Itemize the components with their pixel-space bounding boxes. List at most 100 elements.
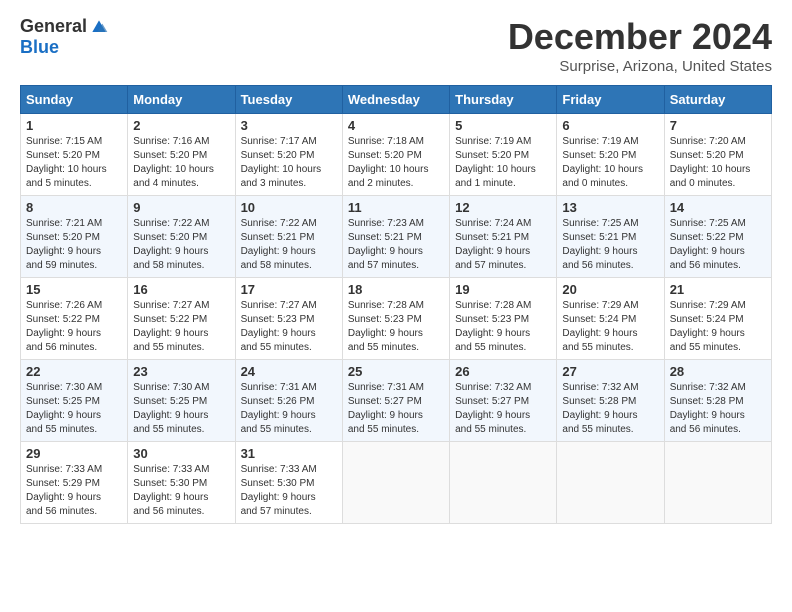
page-header: General Blue December 2024 Surprise, Ari…: [20, 16, 772, 75]
day-info: Sunrise: 7:33 AM Sunset: 5:30 PM Dayligh…: [241, 463, 337, 519]
calendar-table: SundayMondayTuesdayWednesdayThursdayFrid…: [20, 85, 772, 524]
day-info: Sunrise: 7:28 AM Sunset: 5:23 PM Dayligh…: [455, 299, 551, 355]
day-number: 29: [26, 446, 122, 461]
day-info: Sunrise: 7:27 AM Sunset: 5:22 PM Dayligh…: [133, 299, 229, 355]
day-number: 4: [348, 118, 444, 133]
calendar-cell: 22 Sunrise: 7:30 AM Sunset: 5:25 PM Dayli…: [21, 360, 128, 442]
day-number: 1: [26, 118, 122, 133]
day-number: 11: [348, 200, 444, 215]
calendar-cell: 18 Sunrise: 7:28 AM Sunset: 5:23 PM Dayli…: [342, 278, 449, 360]
calendar-cell: 5Sunrise: 7:19 AM Sunset: 5:20 PM Daylig…: [450, 114, 557, 196]
day-number: 7: [670, 118, 766, 133]
day-number: 15: [26, 282, 122, 297]
day-number: 26: [455, 364, 551, 379]
title-area: December 2024 Surprise, Arizona, United …: [508, 16, 772, 75]
weekday-header-wednesday: Wednesday: [342, 86, 449, 114]
calendar-week-row: 8 Sunrise: 7:21 AM Sunset: 5:20 PM Daylig…: [21, 196, 772, 278]
day-number: 31: [241, 446, 337, 461]
day-info: Sunrise: 7:32 AM Sunset: 5:28 PM Dayligh…: [670, 381, 766, 437]
day-number: 5: [455, 118, 551, 133]
day-info: Sunrise: 7:26 AM Sunset: 5:22 PM Dayligh…: [26, 299, 122, 355]
day-info: Sunrise: 7:31 AM Sunset: 5:26 PM Dayligh…: [241, 381, 337, 437]
day-info: Sunrise: 7:25 AM Sunset: 5:22 PM Dayligh…: [670, 217, 766, 273]
day-info: Sunrise: 7:25 AM Sunset: 5:21 PM Dayligh…: [562, 217, 658, 273]
calendar-cell: 1 Sunrise: 7:15 AM Sunset: 5:20 PM Daylig…: [21, 114, 128, 196]
day-number: 22: [26, 364, 122, 379]
logo: General Blue: [20, 16, 109, 58]
calendar-cell: 4 Sunrise: 7:18 AM Sunset: 5:20 PM Daylig…: [342, 114, 449, 196]
weekday-header-thursday: Thursday: [450, 86, 557, 114]
calendar-week-row: 1 Sunrise: 7:15 AM Sunset: 5:20 PM Daylig…: [21, 114, 772, 196]
day-info: Sunrise: 7:32 AM Sunset: 5:28 PM Dayligh…: [562, 381, 658, 437]
day-info: Sunrise: 7:17 AM Sunset: 5:20 PM Dayligh…: [241, 135, 337, 191]
weekday-header-tuesday: Tuesday: [235, 86, 342, 114]
day-number: 24: [241, 364, 337, 379]
day-info: Sunrise: 7:18 AM Sunset: 5:20 PM Dayligh…: [348, 135, 444, 191]
day-number: 10: [241, 200, 337, 215]
day-number: 2: [133, 118, 229, 133]
day-info: Sunrise: 7:15 AM Sunset: 5:20 PM Dayligh…: [26, 135, 122, 191]
weekday-header-row: SundayMondayTuesdayWednesdayThursdayFrid…: [21, 86, 772, 114]
day-info: Sunrise: 7:22 AM Sunset: 5:21 PM Dayligh…: [241, 217, 337, 273]
calendar-cell: 6Sunrise: 7:19 AM Sunset: 5:20 PM Daylig…: [557, 114, 664, 196]
calendar-week-row: 15 Sunrise: 7:26 AM Sunset: 5:22 PM Dayli…: [21, 278, 772, 360]
calendar-cell: 25Sunrise: 7:31 AM Sunset: 5:27 PM Dayli…: [342, 360, 449, 442]
calendar-cell: 23 Sunrise: 7:30 AM Sunset: 5:25 PM Dayli…: [128, 360, 235, 442]
day-number: 19: [455, 282, 551, 297]
calendar-cell: 19 Sunrise: 7:28 AM Sunset: 5:23 PM Dayli…: [450, 278, 557, 360]
logo-icon: [89, 17, 109, 37]
day-number: 18: [348, 282, 444, 297]
day-info: Sunrise: 7:33 AM Sunset: 5:30 PM Dayligh…: [133, 463, 229, 519]
calendar-week-row: 22 Sunrise: 7:30 AM Sunset: 5:25 PM Dayli…: [21, 360, 772, 442]
calendar-cell: 30 Sunrise: 7:33 AM Sunset: 5:30 PM Dayli…: [128, 442, 235, 524]
day-info: Sunrise: 7:30 AM Sunset: 5:25 PM Dayligh…: [133, 381, 229, 437]
day-info: Sunrise: 7:30 AM Sunset: 5:25 PM Dayligh…: [26, 381, 122, 437]
calendar-cell: 17Sunrise: 7:27 AM Sunset: 5:23 PM Dayli…: [235, 278, 342, 360]
calendar-cell: [664, 442, 771, 524]
calendar-cell: 7Sunrise: 7:20 AM Sunset: 5:20 PM Daylig…: [664, 114, 771, 196]
weekday-header-sunday: Sunday: [21, 86, 128, 114]
day-number: 28: [670, 364, 766, 379]
day-number: 30: [133, 446, 229, 461]
day-info: Sunrise: 7:16 AM Sunset: 5:20 PM Dayligh…: [133, 135, 229, 191]
calendar-cell: 31 Sunrise: 7:33 AM Sunset: 5:30 PM Dayli…: [235, 442, 342, 524]
calendar-cell: 24 Sunrise: 7:31 AM Sunset: 5:26 PM Dayli…: [235, 360, 342, 442]
day-number: 8: [26, 200, 122, 215]
day-number: 9: [133, 200, 229, 215]
calendar-cell: 13 Sunrise: 7:25 AM Sunset: 5:21 PM Dayli…: [557, 196, 664, 278]
day-info: Sunrise: 7:24 AM Sunset: 5:21 PM Dayligh…: [455, 217, 551, 273]
calendar-cell: [557, 442, 664, 524]
calendar-cell: 8 Sunrise: 7:21 AM Sunset: 5:20 PM Daylig…: [21, 196, 128, 278]
month-title: December 2024: [508, 16, 772, 58]
day-number: 3: [241, 118, 337, 133]
day-info: Sunrise: 7:28 AM Sunset: 5:23 PM Dayligh…: [348, 299, 444, 355]
day-number: 6: [562, 118, 658, 133]
day-number: 23: [133, 364, 229, 379]
day-number: 27: [562, 364, 658, 379]
day-number: 12: [455, 200, 551, 215]
calendar-cell: 15 Sunrise: 7:26 AM Sunset: 5:22 PM Dayli…: [21, 278, 128, 360]
day-number: 13: [562, 200, 658, 215]
calendar-cell: 3 Sunrise: 7:17 AM Sunset: 5:20 PM Daylig…: [235, 114, 342, 196]
calendar-cell: 21 Sunrise: 7:29 AM Sunset: 5:24 PM Dayli…: [664, 278, 771, 360]
day-info: Sunrise: 7:32 AM Sunset: 5:27 PM Dayligh…: [455, 381, 551, 437]
day-info: Sunrise: 7:29 AM Sunset: 5:24 PM Dayligh…: [562, 299, 658, 355]
calendar-cell: 14Sunrise: 7:25 AM Sunset: 5:22 PM Dayli…: [664, 196, 771, 278]
day-number: 16: [133, 282, 229, 297]
calendar-cell: 2 Sunrise: 7:16 AM Sunset: 5:20 PM Daylig…: [128, 114, 235, 196]
calendar-cell: 28 Sunrise: 7:32 AM Sunset: 5:28 PM Dayli…: [664, 360, 771, 442]
calendar-cell: [450, 442, 557, 524]
calendar-cell: 11 Sunrise: 7:23 AM Sunset: 5:21 PM Dayli…: [342, 196, 449, 278]
day-info: Sunrise: 7:21 AM Sunset: 5:20 PM Dayligh…: [26, 217, 122, 273]
day-number: 25: [348, 364, 444, 379]
logo-blue-text: Blue: [20, 37, 59, 58]
day-info: Sunrise: 7:29 AM Sunset: 5:24 PM Dayligh…: [670, 299, 766, 355]
day-info: Sunrise: 7:23 AM Sunset: 5:21 PM Dayligh…: [348, 217, 444, 273]
calendar-cell: 27 Sunrise: 7:32 AM Sunset: 5:28 PM Dayli…: [557, 360, 664, 442]
location-title: Surprise, Arizona, United States: [508, 58, 772, 75]
calendar-cell: 9Sunrise: 7:22 AM Sunset: 5:20 PM Daylig…: [128, 196, 235, 278]
day-number: 21: [670, 282, 766, 297]
day-info: Sunrise: 7:33 AM Sunset: 5:29 PM Dayligh…: [26, 463, 122, 519]
calendar-cell: 10 Sunrise: 7:22 AM Sunset: 5:21 PM Dayli…: [235, 196, 342, 278]
calendar-cell: 20Sunrise: 7:29 AM Sunset: 5:24 PM Dayli…: [557, 278, 664, 360]
